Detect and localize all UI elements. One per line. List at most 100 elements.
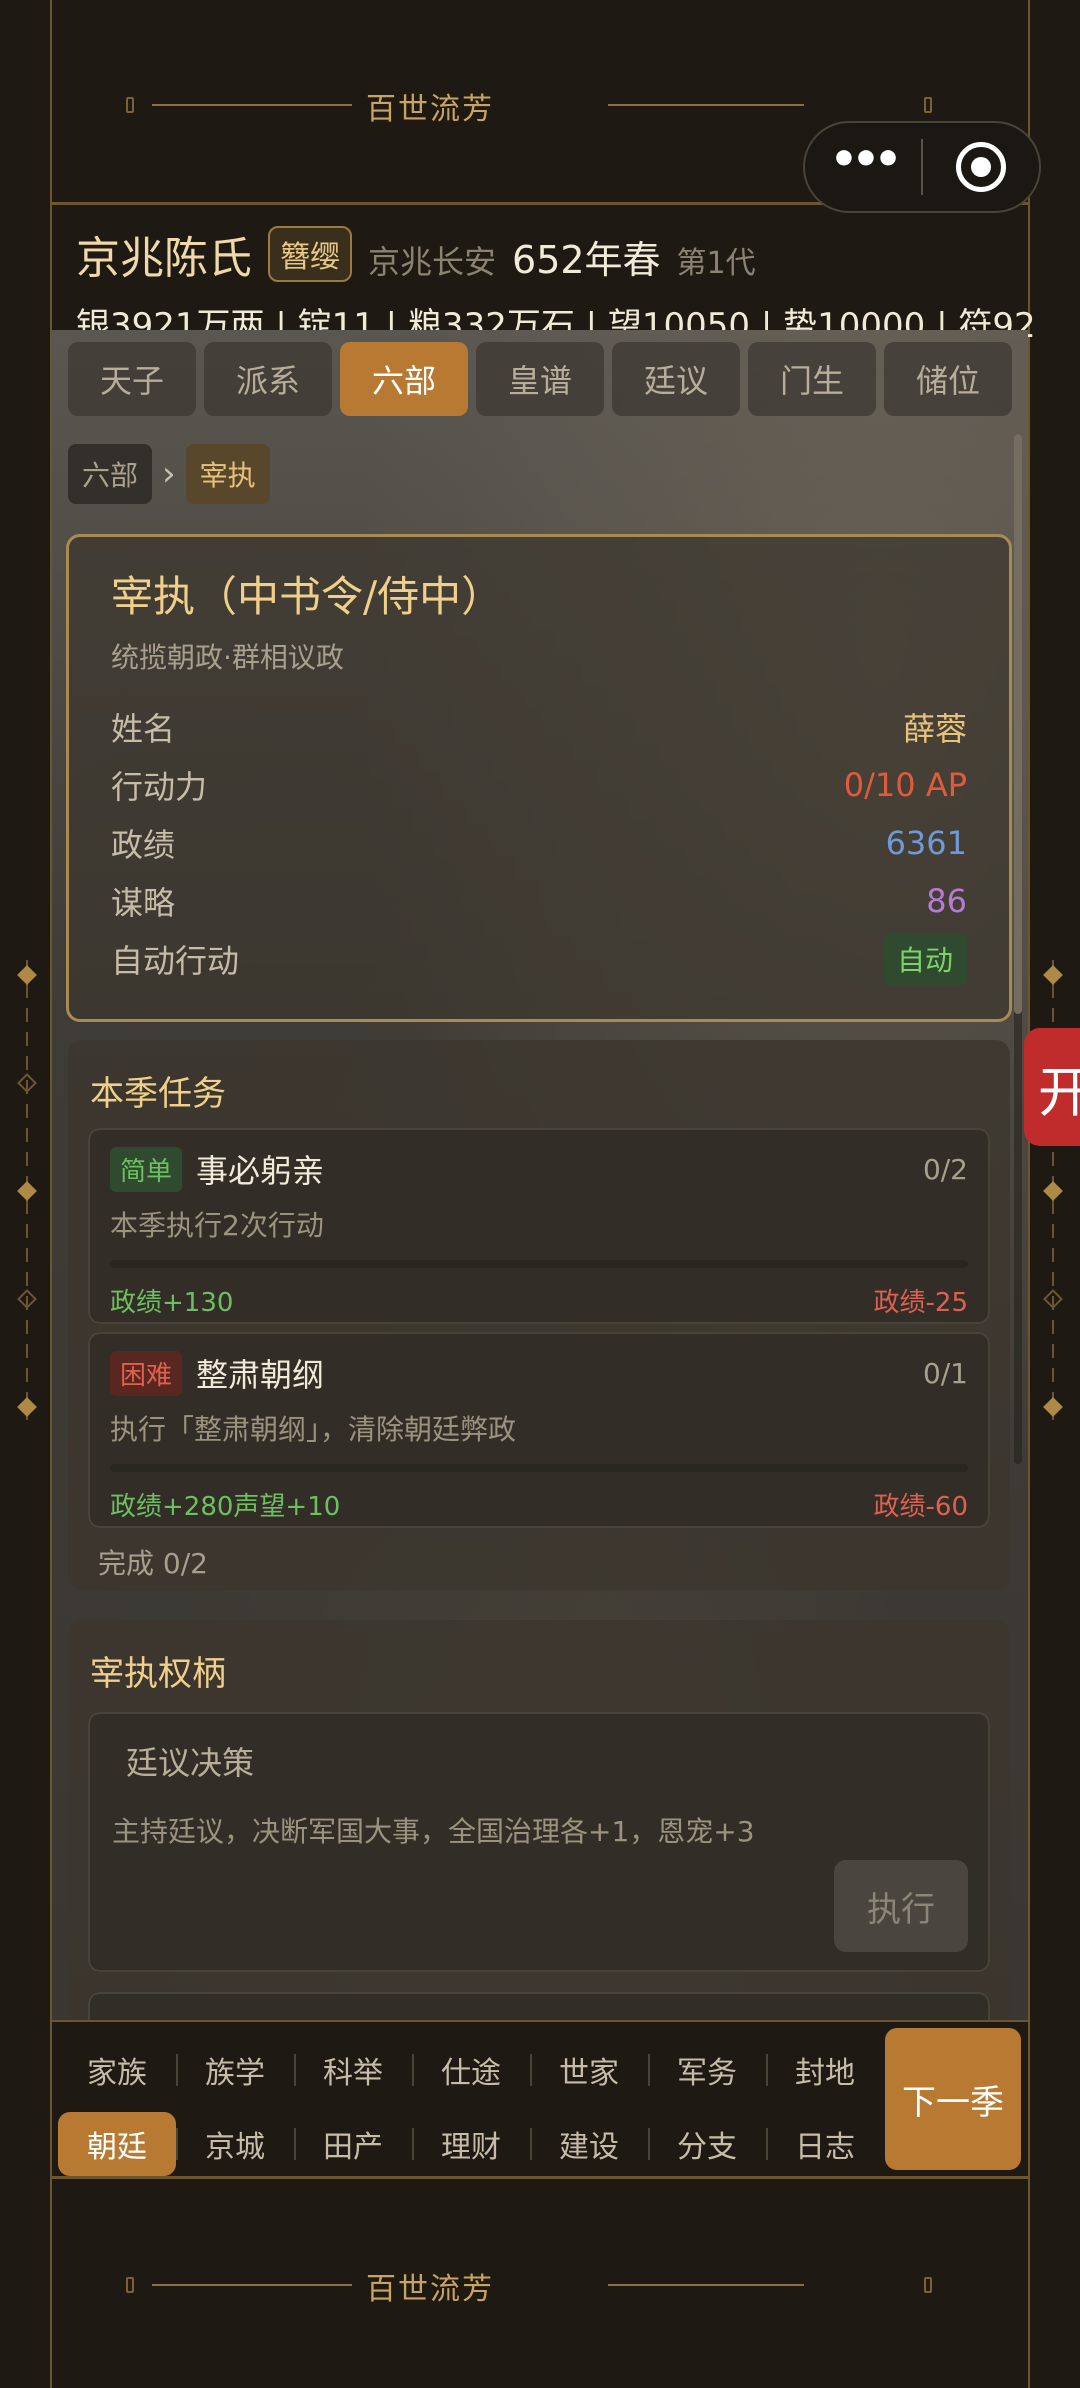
nav-noble-families[interactable]: 世家 bbox=[530, 2038, 648, 2102]
banner-title: 百世流芳 bbox=[352, 2264, 508, 2308]
banner-ornament-right bbox=[924, 97, 932, 113]
auto-action-toggle[interactable]: 自动 bbox=[882, 933, 967, 985]
difficulty-badge: 困难 bbox=[110, 1350, 183, 1396]
execute-button[interactable]: 执行 bbox=[834, 1860, 968, 1952]
diamond-ornament-icon bbox=[1043, 1181, 1063, 1201]
action-card bbox=[88, 1992, 990, 2020]
power-title: 宰执权柄 bbox=[90, 1654, 226, 1694]
clan-header: 京兆陈氏 簪缨 京兆长安 652年春 第1代 银3921万两 | 锭11 | 粮… bbox=[50, 208, 1036, 346]
task-progress: 0/1 bbox=[922, 1356, 968, 1390]
season-tasks-panel: 本季任务 简单 事必躬亲 0/2 本季执行2次行动 政绩+130 政绩-25 困… bbox=[68, 1040, 1010, 1590]
tab-royal-lineage[interactable]: 皇谱 bbox=[476, 342, 604, 416]
banner-line-right bbox=[608, 2284, 804, 2286]
tab-bar: 天子 派系 六部 皇谱 廷议 门生 储位 bbox=[68, 342, 1012, 416]
task-card: 简单 事必躬亲 0/2 本季执行2次行动 政绩+130 政绩-25 bbox=[88, 1128, 990, 1324]
banner-title: 百世流芳 bbox=[352, 84, 508, 128]
nav-row-1: 家族 族学 科举 仕途 世家 军务 封地 bbox=[58, 2038, 884, 2102]
tab-factions[interactable]: 派系 bbox=[204, 342, 332, 416]
close-miniprogram-button[interactable] bbox=[923, 142, 1039, 192]
main-panel: 天子 派系 六部 皇谱 廷议 门生 储位 六部 › 宰执 宰执（中书令/侍中） … bbox=[52, 330, 1028, 2020]
nav-finance[interactable]: 理财 bbox=[412, 2112, 530, 2176]
current-year: 652年春 bbox=[512, 238, 661, 282]
scrollbar-thumb[interactable] bbox=[1014, 434, 1022, 1014]
nav-family[interactable]: 家族 bbox=[58, 2038, 176, 2102]
action-name: 廷议决策 bbox=[126, 1744, 255, 1782]
nav-capital[interactable]: 京城 bbox=[176, 2112, 294, 2176]
nav-military[interactable]: 军务 bbox=[648, 2038, 766, 2102]
diamond-ornament-icon bbox=[17, 1181, 37, 1201]
next-season-button[interactable]: 下一季 bbox=[885, 2028, 1021, 2170]
diamond-ornament-icon bbox=[1043, 1289, 1063, 1309]
task-progress: 0/2 bbox=[922, 1152, 968, 1186]
diamond-ornament-icon bbox=[17, 1073, 37, 1093]
task-penalty: 政绩-60 bbox=[873, 1492, 968, 1522]
generation: 第1代 bbox=[676, 246, 756, 281]
merit-value: 6361 bbox=[885, 824, 967, 862]
banner-line-left bbox=[152, 104, 352, 106]
tasks-complete-count: 完成 0/2 bbox=[98, 1547, 208, 1580]
tab-succession[interactable]: 储位 bbox=[884, 342, 1012, 416]
nav-log[interactable]: 日志 bbox=[766, 2112, 884, 2176]
post-title: 宰执（中书令/侍中） bbox=[111, 572, 504, 621]
post-subtitle: 统揽朝政·群相议政 bbox=[111, 641, 344, 674]
banner-ornament-left bbox=[126, 97, 134, 113]
floating-side-tab[interactable]: 开 bbox=[1024, 1028, 1080, 1146]
breadcrumb-parent[interactable]: 六部 bbox=[68, 444, 153, 504]
nav-construction[interactable]: 建设 bbox=[530, 2112, 648, 2176]
strategy-value: 86 bbox=[926, 882, 967, 920]
chevron-right-icon: › bbox=[162, 454, 176, 494]
info-label: 自动行动 bbox=[111, 942, 240, 980]
nav-branches[interactable]: 分支 bbox=[648, 2112, 766, 2176]
nav-clan-school[interactable]: 族学 bbox=[176, 2038, 294, 2102]
diamond-ornament-icon bbox=[17, 1397, 37, 1417]
difficulty-badge: 简单 bbox=[110, 1146, 183, 1192]
action-card: 廷议决策 主持廷议，决断军国大事，全国治理各+1，恩宠+3 执行 bbox=[88, 1712, 990, 1972]
info-row-merit: 政绩 6361 bbox=[111, 814, 967, 872]
tab-six-ministries[interactable]: 六部 bbox=[340, 342, 468, 416]
bottom-banner: 百世流芳 bbox=[50, 2176, 1030, 2388]
miniprogram-capsule: ••• bbox=[803, 121, 1041, 213]
diamond-ornament-icon bbox=[17, 965, 37, 985]
info-row-strategy: 谋略 86 bbox=[111, 872, 967, 930]
info-row-auto: 自动行动 自动 bbox=[111, 930, 967, 988]
breadcrumb: 六部 › 宰执 bbox=[68, 444, 270, 504]
chancellor-power-panel: 宰执权柄 廷议决策 主持廷议，决断军国大事，全国治理各+1，恩宠+3 执行 bbox=[68, 1620, 1010, 2020]
task-reward: 政绩+130 bbox=[110, 1288, 234, 1318]
task-name: 事必躬亲 bbox=[196, 1152, 325, 1190]
nav-fief[interactable]: 封地 bbox=[766, 2038, 884, 2102]
tasks-title: 本季任务 bbox=[90, 1074, 226, 1114]
tab-court-debate[interactable]: 廷议 bbox=[612, 342, 740, 416]
info-label: 谋略 bbox=[111, 884, 176, 922]
more-icon[interactable]: ••• bbox=[805, 138, 921, 182]
banner-ornament-right bbox=[924, 2277, 932, 2293]
info-label: 姓名 bbox=[111, 710, 176, 748]
diamond-ornament-icon bbox=[1043, 965, 1063, 985]
location: 京兆长安 bbox=[368, 243, 497, 281]
banner-line-left bbox=[152, 2284, 352, 2286]
task-penalty: 政绩-25 bbox=[873, 1288, 968, 1318]
task-progress-bar bbox=[110, 1260, 968, 1268]
diamond-ornament-icon bbox=[17, 1289, 37, 1309]
nav-imperial-exam[interactable]: 科举 bbox=[294, 2038, 412, 2102]
nav-career[interactable]: 仕途 bbox=[412, 2038, 530, 2102]
info-label: 政绩 bbox=[111, 826, 176, 864]
task-name: 整肃朝纲 bbox=[196, 1356, 325, 1394]
bottom-nav: 家族 族学 科举 仕途 世家 军务 封地 朝廷 京城 田产 理财 建设 分支 日… bbox=[52, 2020, 1028, 2176]
nav-estates[interactable]: 田产 bbox=[294, 2112, 412, 2176]
tab-disciples[interactable]: 门生 bbox=[748, 342, 876, 416]
side-ornament-left bbox=[12, 960, 42, 1420]
task-description: 本季执行2次行动 bbox=[110, 1209, 324, 1242]
action-description: 主持廷议，决断军国大事，全国治理各+1，恩宠+3 bbox=[112, 1815, 755, 1848]
task-progress-bar bbox=[110, 1464, 968, 1472]
task-card: 困难 整肃朝纲 0/1 执行「整肃朝纲」，清除朝廷弊政 政绩+280声望+10 … bbox=[88, 1332, 990, 1528]
post-info-card: 宰执（中书令/侍中） 统揽朝政·群相议政 姓名 薛蓉 行动力 0/10 AP 政… bbox=[66, 534, 1012, 1022]
target-icon bbox=[955, 142, 1006, 192]
banner-ornament-left bbox=[126, 2277, 134, 2293]
scrollbar[interactable] bbox=[1014, 434, 1022, 1464]
nav-court[interactable]: 朝廷 bbox=[58, 2112, 176, 2176]
tab-emperor[interactable]: 天子 bbox=[68, 342, 196, 416]
info-label: 行动力 bbox=[111, 768, 208, 806]
action-points: 0/10 AP bbox=[843, 766, 967, 804]
frame-border-right bbox=[1028, 0, 1030, 2388]
diamond-ornament-icon bbox=[1043, 1397, 1063, 1417]
